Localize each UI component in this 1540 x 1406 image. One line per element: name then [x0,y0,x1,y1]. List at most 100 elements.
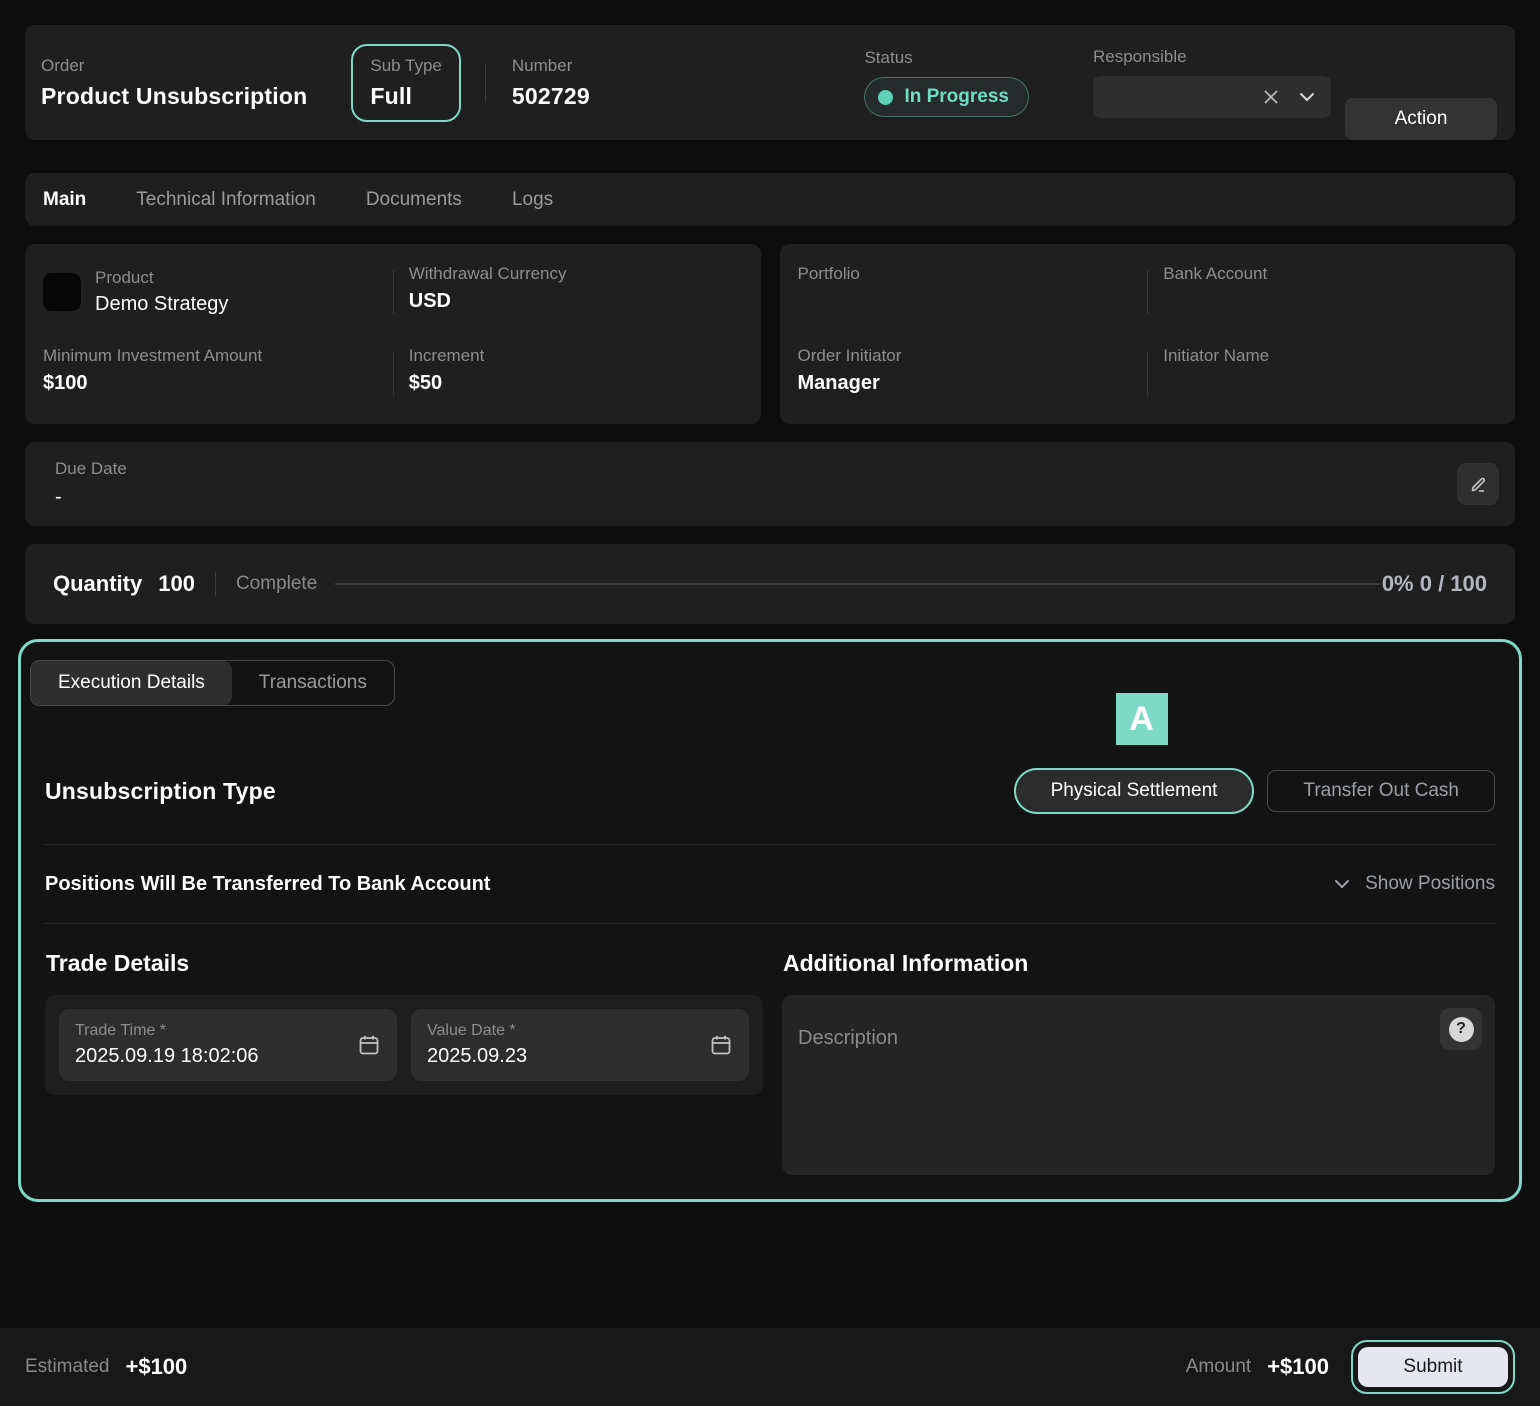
details-columns: Trade Details Trade Time * 2025.09.19 18… [21,940,1519,1175]
bank-account-label: Bank Account [1163,264,1497,284]
execution-section: Execution Details Transactions Unsubscri… [18,639,1522,1202]
positions-row: Positions Will Be Transferred To Bank Ac… [21,845,1519,923]
order-initiator-value: Manager [798,372,1148,395]
trade-details-heading: Trade Details [46,950,763,977]
calendar-icon[interactable] [709,1033,733,1057]
section-divider [45,923,1495,924]
bank-account-cell: Bank Account [1147,264,1497,320]
action-button[interactable]: Action [1345,98,1497,140]
number-label: Number [512,56,590,76]
unsubscription-type-row: Unsubscription Type A Physical Settlemen… [21,768,1519,814]
order-initiator-cell: Order Initiator Manager [798,346,1148,402]
info-cards-row: Product Demo Strategy Withdrawal Currenc… [25,244,1515,424]
additional-info-column: Additional Information ? [782,940,1495,1175]
order-initiator-label: Order Initiator [798,346,1148,366]
subtype-field: Sub Type Full [351,44,461,122]
portfolio-card: Portfolio Bank Account Order Initiator M… [780,244,1516,424]
due-date-label: Due Date [55,459,1457,479]
product-value: Demo Strategy [95,293,228,316]
minimum-investment-label: Minimum Investment Amount [43,346,393,366]
show-positions-label: Show Positions [1365,873,1495,895]
physical-settlement-button[interactable]: Physical Settlement [1014,768,1255,814]
show-positions-toggle[interactable]: Show Positions [1332,873,1495,895]
tab-logs[interactable]: Logs [512,189,553,211]
annotation-badge-a: A [1116,693,1168,745]
amount-label: Amount [1186,1356,1251,1378]
status-badge: In Progress [864,77,1029,117]
amount-value: +$100 [1267,1354,1329,1380]
quantity-divider [215,572,216,596]
initiator-name-cell: Initiator Name [1147,346,1497,402]
estimated-value: +$100 [125,1354,187,1380]
quantity-card: Quantity 100 Complete 0% 0 / 100 [25,544,1515,624]
trade-details-column: Trade Details Trade Time * 2025.09.19 18… [45,940,763,1175]
product-logo [43,273,81,311]
order-field: Order Product Unsubscription [41,56,307,110]
settlement-options: A Physical Settlement Transfer Out Cash [1014,768,1495,814]
submit-highlight: Submit [1351,1340,1515,1394]
tab-documents[interactable]: Documents [366,189,462,211]
clear-icon[interactable] [1261,87,1281,107]
value-date-field[interactable]: Value Date * 2025.09.23 [411,1009,749,1081]
progress-text: 0% 0 / 100 [1382,571,1487,597]
quantity-value: 100 [158,571,195,597]
subtype-label: Sub Type [370,56,442,76]
subtype-value: Full [370,83,442,110]
trade-time-value: 2025.09.19 18:02:06 [75,1045,381,1068]
increment-cell: Increment $50 [393,346,743,402]
transfer-out-cash-button[interactable]: Transfer Out Cash [1267,770,1495,812]
help-button[interactable]: ? [1440,1008,1482,1050]
tab-technical-information[interactable]: Technical Information [136,189,316,211]
order-title: Product Unsubscription [41,83,307,110]
status-dot-icon [878,90,893,105]
pencil-icon [1467,473,1489,495]
additional-info-heading: Additional Information [783,950,1495,977]
product-label: Product [95,268,228,288]
increment-value: $50 [409,372,743,395]
responsible-field: Responsible [1093,47,1331,118]
responsible-select[interactable] [1093,76,1331,118]
due-date-card: Due Date - [25,442,1515,526]
status-label: Status [864,48,1029,68]
responsible-label: Responsible [1093,47,1331,67]
tab-execution-details[interactable]: Execution Details [31,661,232,705]
edit-due-date-button[interactable] [1457,463,1499,505]
estimated-label: Estimated [25,1356,109,1378]
initiator-name-label: Initiator Name [1163,346,1497,366]
description-input[interactable] [782,995,1495,1175]
execution-tabs: Execution Details Transactions [21,660,1519,706]
header-divider [485,64,486,102]
minimum-investment-cell: Minimum Investment Amount $100 [43,346,393,402]
submit-button[interactable]: Submit [1358,1347,1508,1387]
increment-label: Increment [409,346,743,366]
trade-details-card: Trade Time * 2025.09.19 18:02:06 [45,995,763,1095]
order-header: Order Product Unsubscription Sub Type Fu… [25,25,1515,140]
progress-bar [335,583,1380,585]
withdrawal-currency-value: USD [409,290,743,313]
value-date-value: 2025.09.23 [427,1045,733,1068]
calendar-icon[interactable] [357,1033,381,1057]
quantity-label: Quantity [53,571,142,597]
withdrawal-currency-cell: Withdrawal Currency USD [393,264,743,320]
number-field: Number 502729 [512,56,590,110]
question-mark-icon: ? [1449,1017,1474,1042]
trade-time-field[interactable]: Trade Time * 2025.09.19 18:02:06 [59,1009,397,1081]
product-cell: Product Demo Strategy [43,264,393,320]
status-value: In Progress [904,86,1009,108]
description-card: ? [782,995,1495,1175]
main-tabbar: Main Technical Information Documents Log… [25,173,1515,226]
complete-label: Complete [236,573,317,595]
portfolio-label: Portfolio [798,264,1148,284]
chevron-down-icon[interactable] [1297,87,1317,107]
status-field: Status In Progress [864,48,1029,117]
due-date-value: - [55,486,1457,509]
minimum-investment-value: $100 [43,372,393,395]
tab-transactions[interactable]: Transactions [232,661,394,705]
trade-time-label: Trade Time * [75,1022,166,1039]
portfolio-cell: Portfolio [798,264,1148,320]
unsubscription-type-heading: Unsubscription Type [45,778,276,805]
tab-main[interactable]: Main [43,189,86,211]
order-page: Order Product Unsubscription Sub Type Fu… [0,0,1540,1227]
footer-bar: Estimated +$100 Amount +$100 Submit [0,1328,1540,1406]
chevron-down-icon [1332,874,1352,894]
